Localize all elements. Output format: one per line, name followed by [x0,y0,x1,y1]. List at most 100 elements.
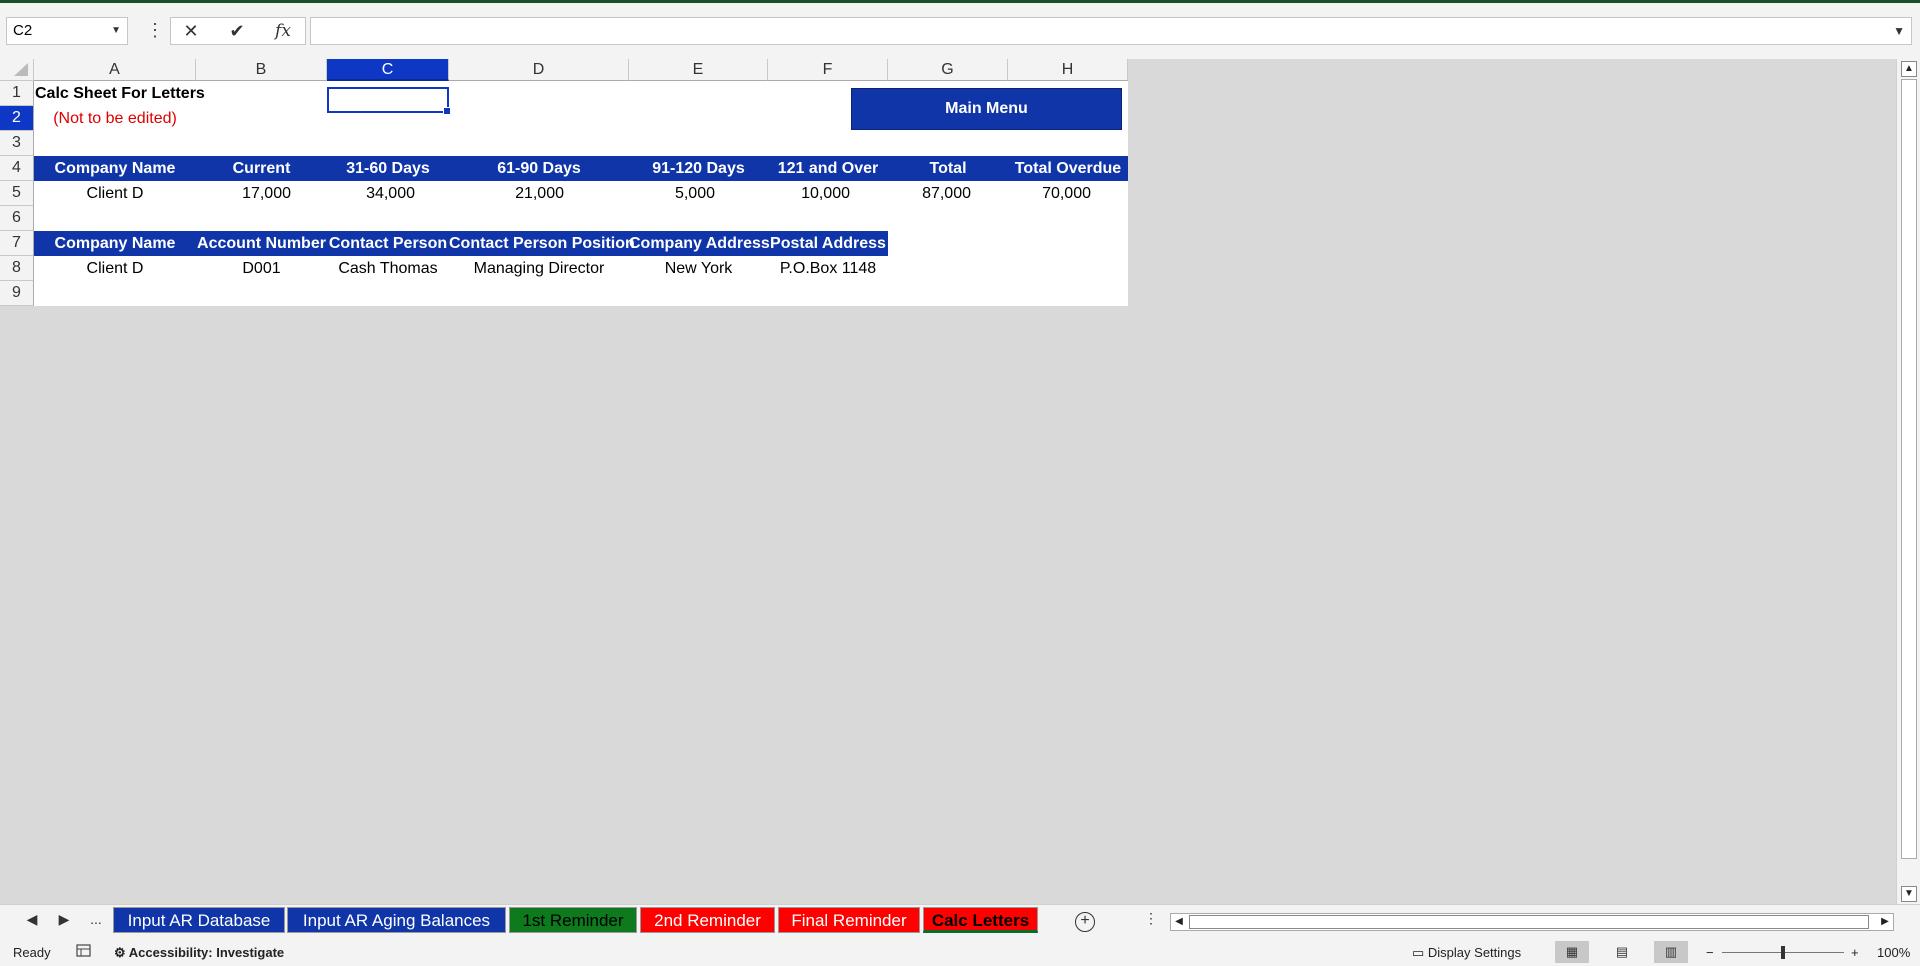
aging-cell-total-overdue[interactable]: 70,000 [1008,181,1128,206]
aging-header-31-60[interactable]: 31-60 Days [327,156,449,181]
contact-cell-position[interactable]: Managing Director [449,256,629,281]
zoom-in-button[interactable]: + [1851,945,1859,960]
macro-recording-icon[interactable] [76,943,92,962]
page-break-preview-icon[interactable]: ▥ [1654,941,1688,963]
scroll-down-icon[interactable]: ▼ [1901,886,1917,902]
contact-header-company-name[interactable]: Company Name [34,231,196,256]
column-header-a[interactable]: A [34,59,196,81]
contact-cell-contact-person[interactable]: Cash Thomas [327,256,449,281]
tab-2nd-reminder[interactable]: 2nd Reminder [640,907,775,933]
scroll-left-icon[interactable]: ◀ [1172,915,1186,929]
zoom-slider-thumb[interactable] [1781,946,1785,959]
aging-header-company-name[interactable]: Company Name [34,156,196,181]
contact-cell-account-number[interactable]: D001 [196,256,327,281]
tab-more-icon[interactable]: ... [86,911,106,927]
fill-handle[interactable] [443,107,451,115]
row-header-7[interactable]: 7 [0,231,34,256]
display-settings[interactable]: ▭ Display Settings [1412,945,1521,961]
chevron-down-icon[interactable]: ▼ [111,18,121,44]
aging-header-current[interactable]: Current [196,156,327,181]
vertical-scroll-thumb[interactable] [1901,79,1917,859]
contact-header-contact-person[interactable]: Contact Person [327,231,449,256]
contact-cell-postal-address[interactable]: P.O.Box 1148 [768,256,888,281]
tab-next-icon[interactable]: ▶ [54,911,74,928]
status-bar: Ready ⚙ Accessibility: Investigate ▭ Dis… [0,938,1920,966]
column-header-g[interactable]: G [888,59,1008,81]
aging-cell-61-90[interactable]: 21,000 [449,181,629,206]
page-layout-view-icon[interactable]: ▤ [1605,941,1639,963]
aging-header-61-90[interactable]: 61-90 Days [449,156,629,181]
row-header-5[interactable]: 5 [0,181,34,206]
accessibility-icon: ⚙ [114,945,129,960]
tab-prev-icon[interactable]: ◀ [22,911,42,928]
tab-input-ar-aging-balances[interactable]: Input AR Aging Balances [287,907,506,933]
sheet-area[interactable]: Calc Sheet For Letters (Not to be edited… [34,81,1128,306]
zoom-out-button[interactable]: − [1706,945,1714,960]
expand-formula-bar-icon[interactable]: ▼ [1893,24,1905,38]
row-header-3[interactable]: 3 [0,131,34,156]
add-sheet-icon[interactable]: + [1075,912,1095,932]
tab-calc-letters[interactable]: Calc Letters [923,907,1038,933]
vertical-scrollbar[interactable]: ▲ ▼ [1896,59,1920,904]
aging-header-91-120[interactable]: 91-120 Days [629,156,768,181]
aging-cell-company[interactable]: Client D [34,181,196,206]
sheet-subtitle[interactable]: (Not to be edited) [34,106,196,131]
accessibility-status[interactable]: ⚙ Accessibility: Investigate [114,945,284,961]
row-header-2[interactable]: 2 [0,106,34,131]
tab-final-reminder[interactable]: Final Reminder [778,907,920,933]
contact-header-account-number[interactable]: Account Number [196,231,327,256]
cancel-icon[interactable]: ✕ [171,18,211,44]
aging-header-total-overdue[interactable]: Total Overdue [1008,156,1128,181]
aging-header-total[interactable]: Total [888,156,1008,181]
aging-header-121-over[interactable]: 121 and Over [768,156,888,181]
contact-cell-company[interactable]: Client D [34,256,196,281]
horizontal-scrollbar[interactable]: ◀ ▶ [1170,913,1894,931]
row-header-4[interactable]: 4 [0,156,34,181]
horizontal-scroll-thumb[interactable] [1189,915,1869,929]
aging-cell-91-120[interactable]: 5,000 [629,181,768,206]
formula-buttons: ✕ ✔ fx [170,17,306,45]
scroll-up-icon[interactable]: ▲ [1901,61,1917,77]
sheet-tab-bar: ◀ ▶ ... Input AR Database Input AR Aging… [0,904,1920,938]
tab-1st-reminder[interactable]: 1st Reminder [509,907,637,933]
select-all-corner[interactable] [0,59,34,81]
aging-cell-current[interactable]: 17,000 [196,181,327,206]
accessibility-label: Accessibility: Investigate [128,945,285,960]
enter-icon[interactable]: ✔ [217,18,257,44]
row-header-1[interactable]: 1 [0,81,34,106]
row-header-6[interactable]: 6 [0,206,34,231]
aging-cell-31-60[interactable]: 34,000 [327,181,449,206]
contact-header-position[interactable]: Contact Person Position [449,231,635,256]
main-menu-button[interactable]: Main Menu [851,88,1122,130]
normal-view-icon[interactable]: ▦ [1555,941,1589,963]
column-header-d[interactable]: D [449,59,629,81]
status-ready: Ready [13,945,51,960]
row-header-9[interactable]: 9 [0,281,34,306]
formula-input[interactable]: ▼ [310,17,1912,45]
select-all-icon [14,63,28,76]
row-header-8[interactable]: 8 [0,256,34,281]
name-box-value: C2 [13,22,33,39]
column-header-e[interactable]: E [629,59,768,81]
formula-bar: C2 ▼ ⋮ ✕ ✔ fx ▼ [0,3,1920,59]
active-cell-c2[interactable] [327,87,451,115]
contact-cell-company-address[interactable]: New York [629,256,768,281]
column-header-c[interactable]: C [327,59,449,81]
column-header-f[interactable]: F [768,59,888,81]
name-box[interactable]: C2 ▼ [6,17,128,45]
insert-function-icon[interactable]: fx [263,18,303,44]
aging-cell-121-over[interactable]: 10,000 [768,181,888,206]
more-options-icon[interactable]: ⋮ [146,17,164,45]
contact-header-company-address[interactable]: Company Address [629,231,770,256]
contact-header-postal-address[interactable]: Postal Address [768,231,888,256]
column-header-b[interactable]: B [196,59,327,81]
scroll-right-icon[interactable]: ▶ [1878,915,1892,929]
tab-input-ar-database[interactable]: Input AR Database [113,907,285,933]
sheet-title[interactable]: Calc Sheet For Letters [35,81,205,106]
aging-cell-total[interactable]: 87,000 [888,181,1008,206]
column-header-h[interactable]: H [1008,59,1128,81]
display-settings-label: Display Settings [1427,945,1522,960]
display-settings-icon: ▭ [1412,945,1428,960]
tab-options-icon[interactable]: ⋮ [1141,910,1161,927]
zoom-level[interactable]: 100% [1877,945,1910,960]
